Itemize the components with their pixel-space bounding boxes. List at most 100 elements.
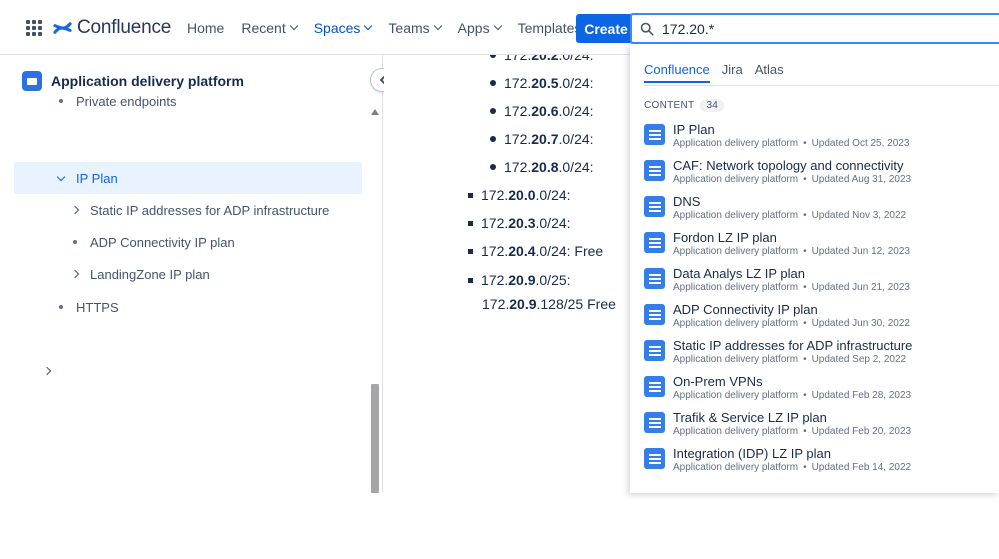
result-meta: Application delivery platform • Updated Fe…	[673, 461, 911, 474]
ip-prefix: 172.	[504, 55, 532, 63]
result-meta: Application delivery platform • Updated Fe…	[673, 389, 911, 402]
tab-atlas[interactable]: Atlas	[755, 62, 784, 83]
tree-item[interactable]	[14, 355, 362, 387]
ip-prefix: 172.	[504, 131, 532, 147]
page-icon	[644, 268, 665, 289]
search-result-item[interactable]: Static IP addresses for ADP infrastructu…	[644, 338, 994, 372]
search-result-item[interactable]: IP Plan Application delivery platform • Upd…	[644, 122, 994, 156]
search-result-item[interactable]: Trafik & Service LZ IP plan Application d…	[644, 410, 994, 444]
tree-item[interactable]: IP Plan	[14, 162, 362, 194]
chevron-right-icon[interactable]	[66, 269, 84, 279]
search-result-item[interactable]: Data Analys LZ IP plan Application delive…	[644, 266, 994, 300]
bullet-icon	[490, 108, 496, 114]
ip-sub-list-item: 172.20.2.0/24:	[490, 55, 594, 63]
ip-suffix: .0/25:	[535, 272, 571, 288]
tree-item[interactable]: LandingZone IP plan	[14, 258, 362, 290]
tree-item[interactable]: 7.	[14, 387, 362, 395]
result-text: IP Plan Application delivery platform • Upd…	[673, 122, 909, 150]
result-text: CAF: Network topology and connectivity Ap…	[673, 158, 911, 186]
space-header[interactable]: Application delivery platform	[22, 71, 244, 91]
separator-dot: •	[803, 354, 807, 365]
nav-item-recent[interactable]: Recent	[241, 20, 298, 36]
page-content: 172.20.2.0/24: 172.20.5.0/24: 172.20.6.0/2…	[384, 55, 630, 493]
chevron-down-icon[interactable]	[52, 172, 70, 181]
tab-confluence[interactable]: Confluence	[644, 62, 710, 83]
result-text: Trafik & Service LZ IP plan Application d…	[673, 410, 911, 438]
ip-octets: 20.9	[508, 272, 536, 288]
tree-item-label: LandingZone IP plan	[90, 266, 210, 282]
result-meta: Application delivery platform • Updated Oc…	[673, 137, 909, 150]
search-result-item[interactable]: DNS Application delivery platform • Updated…	[644, 194, 994, 228]
ip-prefix: 172.	[481, 272, 509, 288]
tree-item[interactable]: ADP Connectivity IP plan	[14, 226, 362, 258]
tree-item-label: HTTPS	[76, 299, 119, 315]
nav-item-spaces[interactable]: Spaces	[313, 20, 373, 36]
chevron-right-icon[interactable]	[38, 366, 56, 376]
ip-suffix: .0/24: Free	[535, 243, 604, 259]
separator-dot: •	[803, 210, 807, 221]
result-space: Application delivery platform	[673, 354, 799, 365]
logo-text: Confluence	[77, 17, 172, 38]
ip-octets: 20.6	[531, 103, 559, 119]
ip-list-item: 172.20.4.0/24: Free	[468, 243, 603, 259]
search-result-item[interactable]: Integration (IDP) LZ IP plan Application …	[644, 446, 994, 480]
search-result-item[interactable]: ADP Connectivity IP plan Application deli…	[644, 302, 994, 336]
tree-item[interactable]: Private endpoints	[14, 95, 362, 117]
result-title: Integration (IDP) LZ IP plan	[673, 446, 832, 461]
nav-label: Teams	[388, 20, 430, 36]
square-bullet-icon	[468, 277, 473, 283]
nav-label: Spaces	[313, 20, 361, 36]
sidebar-scrollbar[interactable]	[370, 109, 380, 493]
space-folder-icon	[22, 71, 42, 91]
chevron-right-icon[interactable]	[66, 205, 84, 215]
result-space: Application delivery platform	[673, 462, 799, 473]
space-title: Application delivery platform	[51, 73, 244, 89]
search-input[interactable]: 172.20.*	[630, 13, 999, 44]
page-icon	[644, 448, 665, 469]
nav-item-teams[interactable]: Teams	[388, 20, 442, 36]
nav-item-templates[interactable]: Templates	[518, 20, 582, 36]
result-title: Static IP addresses for ADP infrastructu…	[673, 338, 913, 353]
result-space: Application delivery platform	[673, 138, 799, 149]
result-space: Application delivery platform	[673, 246, 799, 257]
scroll-thumb[interactable]	[371, 384, 379, 493]
ip-prefix: 172.	[504, 159, 532, 175]
create-button[interactable]: Create	[576, 14, 636, 43]
ip-range-text: 172.20.4.0/24: Free	[481, 243, 603, 259]
nav-item-home[interactable]: Home	[187, 20, 224, 36]
result-space: Application delivery platform	[673, 390, 799, 401]
tab-jira[interactable]: Jira	[722, 62, 743, 83]
result-meta: Application delivery platform • Updated Ju…	[673, 281, 910, 294]
ip-sub-list-item: 172.20.6.0/24:	[490, 103, 594, 119]
result-space: Application delivery platform	[673, 426, 799, 437]
tabs-divider	[644, 85, 999, 86]
nav-item-apps[interactable]: Apps	[458, 20, 502, 36]
ip-suffix: .128/25 Free	[536, 296, 616, 312]
page-icon	[644, 160, 665, 181]
ip-sub-list-item: 172.20.8.0/24:	[490, 159, 594, 175]
nav-label: Home	[187, 20, 225, 36]
separator-dot: •	[803, 138, 807, 149]
chevron-down-icon	[364, 21, 373, 31]
result-title: Trafik & Service LZ IP plan	[673, 410, 827, 425]
ip-prefix: 172.	[504, 103, 532, 119]
square-bullet-icon	[468, 192, 473, 198]
ip-suffix: .0/24:	[535, 215, 571, 231]
tree-item[interactable]: Static IP addresses for ADP infrastructu…	[14, 194, 362, 226]
result-title: On-Prem VPNs	[673, 374, 763, 389]
confluence-logo[interactable]: Confluence	[53, 16, 171, 40]
content-section-header: CONTENT 34	[644, 99, 725, 112]
result-title: ADP Connectivity IP plan	[673, 302, 818, 317]
app-switcher-icon[interactable]	[26, 20, 42, 36]
chevron-down-icon	[289, 21, 298, 31]
result-meta: Application delivery platform • Updated Fe…	[673, 425, 911, 438]
scroll-up-arrow-icon[interactable]	[371, 109, 379, 115]
search-result-item[interactable]: On-Prem VPNs Application delivery platfor…	[644, 374, 994, 408]
search-result-item[interactable]: Fordon LZ IP plan Application delivery pl…	[644, 230, 994, 264]
ip-range-text: 172.20.7.0/24:	[504, 131, 594, 147]
tree-item-label: Static IP addresses for ADP infrastructu…	[90, 202, 330, 218]
search-result-item[interactable]: CAF: Network topology and connectivity Ap…	[644, 158, 994, 192]
search-product-tabs: Confluence Jira Atlas	[644, 62, 796, 83]
result-updated: Updated Feb 14, 2022	[811, 462, 912, 473]
tree-item[interactable]: HTTPS	[14, 291, 362, 323]
